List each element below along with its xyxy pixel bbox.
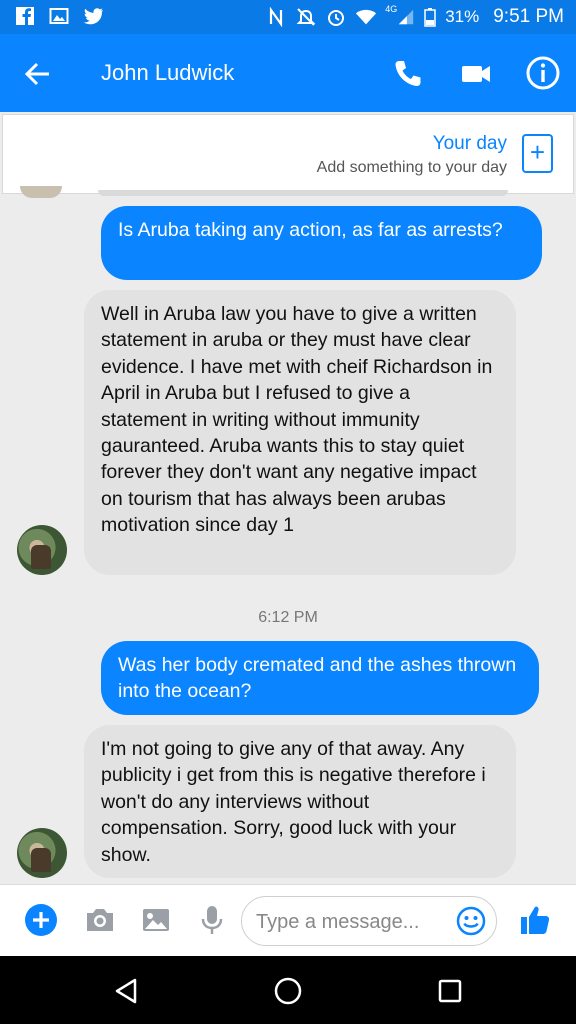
battery-icon <box>423 6 437 28</box>
status-bar: 4G 31% 9:51 PM <box>0 0 576 34</box>
message-text: I'm not going to give any of that away. … <box>101 738 486 866</box>
microphone-icon[interactable] <box>195 903 229 937</box>
message-timestamp: 6:12 PM <box>258 609 318 626</box>
video-camera-icon[interactable] <box>458 56 494 92</box>
message-input[interactable] <box>256 908 446 936</box>
your-day-subtitle: Add something to your day <box>316 159 507 176</box>
emoji-icon[interactable] <box>456 906 486 936</box>
signal-icon: 4G <box>385 4 415 28</box>
message-bubble-partial <box>98 190 508 196</box>
add-to-day-button[interactable]: + <box>522 134 553 173</box>
avatar[interactable] <box>17 828 67 878</box>
twitter-icon <box>82 5 104 27</box>
info-icon[interactable] <box>524 54 562 92</box>
message-bubble-incoming[interactable]: Well in Aruba law you have to give a wri… <box>84 290 516 575</box>
your-day-title: Your day <box>432 133 507 154</box>
message-bubble-outgoing[interactable]: Is Aruba taking any action, as far as ar… <box>101 206 542 280</box>
gallery-icon <box>48 5 70 27</box>
image-icon[interactable] <box>139 903 173 937</box>
facebook-icon <box>14 5 36 27</box>
home-circle-icon[interactable] <box>271 974 305 1008</box>
status-time: 9:51 PM <box>493 6 564 27</box>
your-day-card[interactable]: Your day Add something to your day + <box>2 114 574 194</box>
conversation-header: John Ludwick <box>0 34 576 112</box>
phone-icon[interactable] <box>390 56 426 92</box>
battery-percent: 31% <box>445 7 480 26</box>
message-bubble-outgoing[interactable]: Was her body cremated and the ashes thro… <box>101 641 539 715</box>
system-nav-bar <box>0 956 576 1024</box>
message-text: Well in Aruba law you have to give a wri… <box>101 303 493 537</box>
message-text: Was her body cremated and the ashes thro… <box>118 654 517 703</box>
thumbs-up-icon[interactable] <box>518 903 552 937</box>
alarm-icon <box>325 6 347 28</box>
network-type-label: 4G <box>385 4 398 14</box>
plus-icon[interactable] <box>24 903 58 937</box>
avatar[interactable] <box>17 525 67 575</box>
wifi-icon <box>355 6 377 28</box>
nfc-icon <box>265 6 287 28</box>
recents-square-icon[interactable] <box>433 974 467 1008</box>
back-arrow-icon[interactable] <box>20 56 56 92</box>
message-bubble-incoming[interactable]: I'm not going to give any of that away. … <box>84 725 516 878</box>
mute-icon <box>295 6 317 28</box>
avatar-partial <box>20 186 62 198</box>
contact-name[interactable]: John Ludwick <box>101 60 234 86</box>
back-triangle-icon[interactable] <box>109 974 143 1008</box>
camera-icon[interactable] <box>83 903 117 937</box>
message-input-wrapper[interactable] <box>241 896 497 946</box>
message-composer <box>0 884 576 956</box>
message-text: Is Aruba taking any action, as far as ar… <box>118 219 503 241</box>
